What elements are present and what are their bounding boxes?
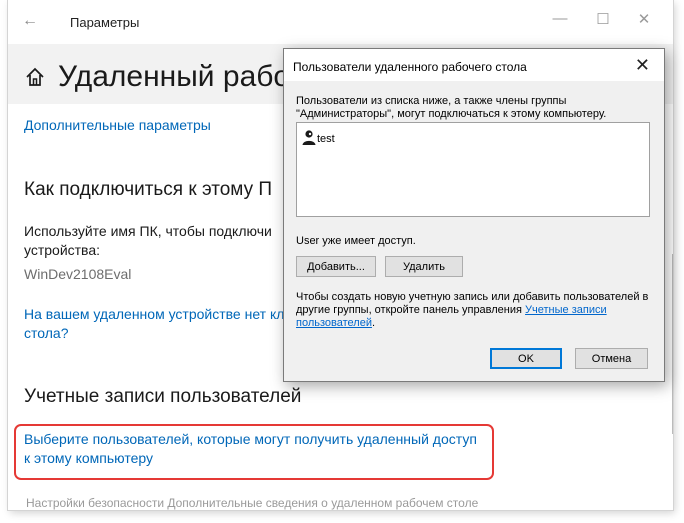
dialog-description-1: Пользователи из списка ниже, а также чле…: [296, 95, 567, 107]
select-users-link-1[interactable]: Выберите пользователей, которые могут по…: [24, 431, 477, 447]
select-users-link-2[interactable]: к этому компьютеру: [24, 450, 153, 466]
user-accounts-link-2[interactable]: пользователей: [296, 317, 372, 329]
info-text-2: другие группы, откройте панель управлени…: [296, 304, 607, 317]
window-title: Параметры: [70, 15, 140, 30]
info-text-1: Чтобы создать новую учетную запись или д…: [296, 291, 649, 303]
scrollbar[interactable]: [672, 254, 673, 434]
user-icon: [301, 129, 317, 148]
user-accounts-link-1[interactable]: Учетные записи: [525, 304, 607, 316]
dialog-title: Пользователи удаленного рабочего стола: [293, 60, 527, 74]
info-text-3: пользователей.: [296, 317, 375, 330]
accounts-heading: Учетные записи пользователей: [24, 386, 302, 407]
list-item[interactable]: test: [301, 129, 335, 148]
dialog-close-icon[interactable]: ✕: [635, 55, 650, 76]
info-text-prefix: другие группы, откройте панель управлени…: [296, 304, 526, 316]
minimize-button[interactable]: —: [550, 10, 570, 27]
no-client-link-2[interactable]: стола?: [24, 325, 68, 341]
pc-name: WinDev2108Eval: [24, 266, 132, 282]
cancel-button[interactable]: Отмена: [575, 348, 648, 369]
title-bar: ← Параметры — ☐ ✕: [8, 0, 673, 44]
no-client-link-1[interactable]: На вашем удаленном устройстве нет кли: [24, 306, 292, 322]
user-access-text: User уже имеет доступ.: [296, 235, 416, 247]
users-listbox[interactable]: test: [296, 122, 650, 217]
back-arrow-icon[interactable]: ←: [22, 12, 38, 30]
home-icon[interactable]: [24, 66, 46, 93]
remove-button[interactable]: Удалить: [385, 256, 463, 277]
remote-desktop-users-dialog: Пользователи удаленного рабочего стола ✕…: [283, 48, 665, 382]
maximize-button[interactable]: ☐: [593, 10, 613, 28]
bottom-cut-text: Настройки безопасности Дополнительные св…: [26, 496, 479, 510]
connect-heading: Как подключиться к этому П: [24, 179, 273, 200]
ok-button[interactable]: OK: [490, 348, 562, 369]
use-pc-name-text-2: устройства:: [24, 242, 101, 258]
close-button[interactable]: ✕: [634, 10, 654, 28]
advanced-settings-link[interactable]: Дополнительные параметры: [24, 117, 211, 133]
info-suffix: .: [371, 317, 376, 329]
add-button[interactable]: Добавить...: [296, 256, 376, 277]
use-pc-name-text-1: Используйте имя ПК, чтобы подключи: [24, 223, 272, 239]
dialog-description-2: "Администраторы", могут подключаться к э…: [296, 108, 607, 120]
dialog-title-bar: Пользователи удаленного рабочего стола ✕: [284, 49, 664, 81]
user-name: test: [317, 132, 335, 145]
